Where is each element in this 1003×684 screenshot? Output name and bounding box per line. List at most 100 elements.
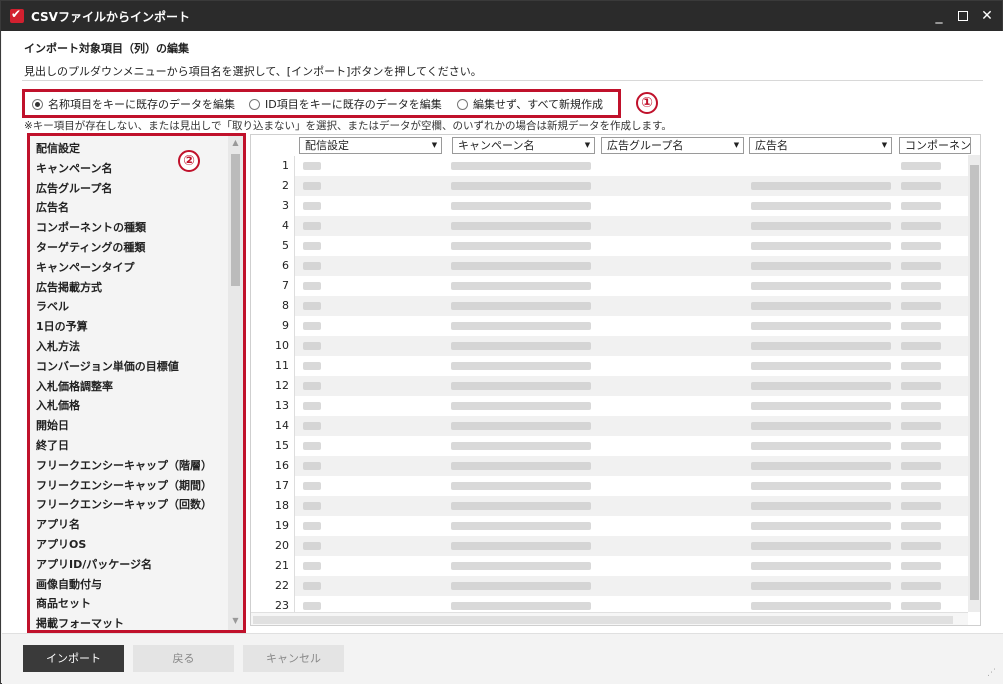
table-row[interactable]: 21 xyxy=(251,556,969,576)
radio-circle[interactable] xyxy=(249,98,260,110)
field-list-item[interactable]: 広告掲載方式 xyxy=(36,279,102,295)
redacted-cell xyxy=(901,482,941,490)
column-header-select[interactable]: 広告名 ▼ xyxy=(749,137,892,154)
field-list-item[interactable]: ターゲティングの種類 xyxy=(36,239,145,255)
field-list-item[interactable]: キャンペーン名 xyxy=(36,160,112,176)
field-list-item[interactable]: 入札方法 xyxy=(36,338,80,354)
column-header-select[interactable]: コンポーネン xyxy=(899,137,971,154)
column-header-select[interactable]: 配信設定 ▼ xyxy=(299,137,442,154)
table-row[interactable]: 20 xyxy=(251,536,969,556)
field-list-item[interactable]: コンポーネントの種類 xyxy=(36,219,146,235)
redacted-cell xyxy=(303,282,321,290)
dropdown-arrow-icon[interactable]: ▼ xyxy=(732,141,741,150)
redacted-cell xyxy=(751,422,891,430)
field-list-item[interactable]: フリークエンシーキャップ（回数） xyxy=(36,496,212,512)
field-list-item[interactable]: ラベル xyxy=(36,298,69,314)
table-row[interactable]: 6 xyxy=(251,256,969,276)
column-header-select[interactable]: キャンペーン名 ▼ xyxy=(452,137,595,154)
field-list-item[interactable]: 配信設定 xyxy=(36,140,80,156)
field-list-item[interactable]: アプリ名 xyxy=(36,516,80,532)
grid-vertical-scrollbar[interactable] xyxy=(968,155,980,612)
table-row[interactable]: 9 xyxy=(251,316,969,336)
table-row[interactable]: 18 xyxy=(251,496,969,516)
field-list-item[interactable]: 掲載フォーマット xyxy=(36,615,124,630)
table-row[interactable]: 2 xyxy=(251,176,969,196)
back-button[interactable]: 戻る xyxy=(133,645,234,672)
table-row[interactable]: 16 xyxy=(251,456,969,476)
redacted-cell xyxy=(901,262,941,270)
column-header-label: コンポーネン xyxy=(905,139,971,152)
table-row[interactable]: 1 xyxy=(251,156,969,176)
field-list[interactable]: 配信設定キャンペーン名 広告グループ名 広告名コンポーネントの種類 ターゲティングの種… xyxy=(27,133,246,633)
import-button[interactable]: インポート xyxy=(23,645,124,672)
field-list-item[interactable]: 終了日 xyxy=(36,437,69,453)
field-list-item[interactable]: 開始日 xyxy=(36,417,69,433)
table-row[interactable]: 15 xyxy=(251,436,969,456)
radio-id-key[interactable]: ID項目をキーに既存のデータを編集 xyxy=(249,96,442,112)
field-list-item[interactable]: コンバージョン単価の目標値 xyxy=(36,358,179,374)
dialog-content: インポート対象項目（列）の編集 見出しのプルダウンメニューから項目名を選択して、… xyxy=(2,31,1003,633)
radio-create-new[interactable]: 編集せず、すべて新規作成 xyxy=(457,96,603,112)
scroll-thumb[interactable] xyxy=(253,616,953,624)
redacted-cell xyxy=(901,502,941,510)
dropdown-arrow-icon[interactable]: ▼ xyxy=(583,141,592,150)
field-list-item[interactable]: アプリID/パッケージ名 xyxy=(36,556,152,572)
table-row[interactable]: 11 xyxy=(251,356,969,376)
cancel-button[interactable]: キャンセル xyxy=(243,645,344,672)
table-row[interactable]: 4 xyxy=(251,216,969,236)
grid-horizontal-scrollbar[interactable] xyxy=(251,612,968,625)
scroll-thumb[interactable] xyxy=(231,154,240,286)
row-number: 19 xyxy=(251,516,295,536)
field-list-item[interactable]: フリークエンシーキャップ（期間） xyxy=(36,477,212,493)
redacted-cell xyxy=(303,322,321,330)
table-row[interactable]: 5 xyxy=(251,236,969,256)
table-row[interactable]: 7 xyxy=(251,276,969,296)
field-list-scrollbar[interactable]: ▲ ▼ xyxy=(228,136,243,630)
table-row[interactable]: 3 xyxy=(251,196,969,216)
field-list-item[interactable]: フリークエンシーキャップ（階層） xyxy=(36,457,212,473)
redacted-cell xyxy=(751,222,891,230)
field-list-item[interactable]: 入札価格調整率 xyxy=(36,378,113,394)
redacted-cell xyxy=(303,362,321,370)
redacted-cell xyxy=(901,602,941,610)
data-grid[interactable]: 配信設定 ▼ キャンペーン名 ▼ 広告グループ名 ▼ 広告名 ▼ コンポーネン 12345678… xyxy=(250,134,981,626)
scroll-thumb[interactable] xyxy=(970,165,979,600)
minimize-button[interactable]: _ xyxy=(929,6,949,26)
field-list-item[interactable]: キャンペーンタイプ xyxy=(36,259,134,275)
column-header-select[interactable]: 広告グループ名 ▼ xyxy=(601,137,744,154)
field-list-item[interactable]: 1日の予算 xyxy=(36,318,88,334)
resize-grip-icon[interactable]: ⋰ xyxy=(987,668,999,680)
row-number: 5 xyxy=(251,236,295,256)
radio-circle[interactable] xyxy=(457,98,468,110)
redacted-cell xyxy=(303,462,321,470)
key-note: ※キー項目が存在しない、または見出しで「取り込まない」を選択、またはデータが空欄… xyxy=(24,120,672,132)
dropdown-arrow-icon[interactable]: ▼ xyxy=(880,141,889,150)
table-row[interactable]: 19 xyxy=(251,516,969,536)
field-list-item[interactable]: 画像自動付与 xyxy=(36,576,102,592)
redacted-cell xyxy=(751,582,891,590)
scroll-down-icon[interactable]: ▼ xyxy=(230,616,241,628)
table-row[interactable]: 8 xyxy=(251,296,969,316)
redacted-cell xyxy=(451,402,591,410)
table-row[interactable]: 22 xyxy=(251,576,969,596)
maximize-button[interactable] xyxy=(953,6,973,26)
scroll-up-icon[interactable]: ▲ xyxy=(230,138,241,150)
dropdown-arrow-icon[interactable]: ▼ xyxy=(430,141,439,150)
radio-name-key[interactable]: 名称項目をキーに既存のデータを編集 xyxy=(32,96,235,112)
field-list-item[interactable]: 広告名 xyxy=(36,199,69,215)
field-list-item[interactable]: 広告グループ名 xyxy=(36,180,112,196)
radio-label: ID項目をキーに既存のデータを編集 xyxy=(265,98,442,111)
table-row[interactable]: 13 xyxy=(251,396,969,416)
close-button[interactable]: ✕ xyxy=(977,6,997,26)
radio-circle[interactable] xyxy=(32,98,43,110)
table-row[interactable]: 10 xyxy=(251,336,969,356)
row-number: 10 xyxy=(251,336,295,356)
table-row[interactable]: 12 xyxy=(251,376,969,396)
redacted-cell xyxy=(901,422,941,430)
field-list-item[interactable]: 入札価格 xyxy=(36,397,80,413)
field-list-item[interactable]: アプリOS xyxy=(36,536,86,552)
table-row[interactable]: 14 xyxy=(251,416,969,436)
table-row[interactable]: 17 xyxy=(251,476,969,496)
field-list-item[interactable]: 商品セット xyxy=(36,595,91,611)
redacted-cell xyxy=(901,162,941,170)
